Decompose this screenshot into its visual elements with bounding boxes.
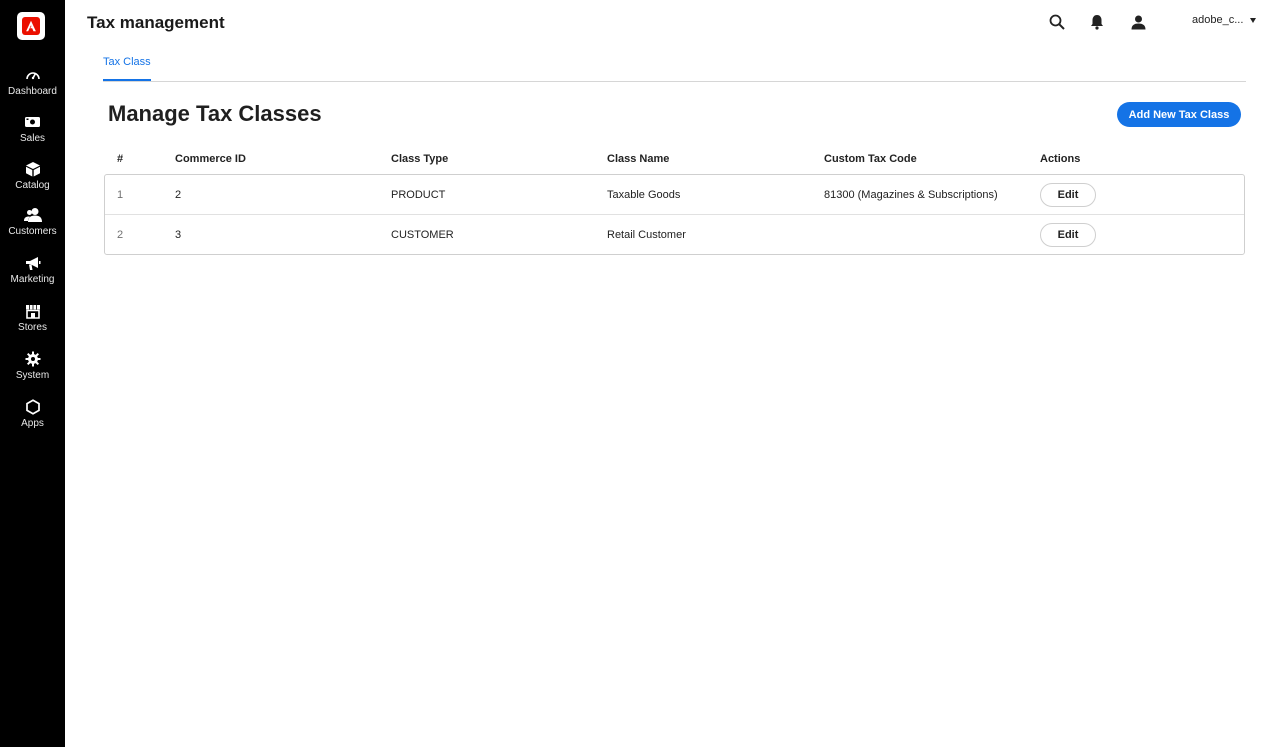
sidebar-item-label: Customers — [8, 226, 57, 237]
sidebar-item-label: Marketing — [10, 274, 55, 285]
sidebar-item-label: Stores — [18, 322, 47, 333]
chevron-down-icon — [1250, 17, 1257, 23]
sales-icon — [24, 113, 42, 131]
edit-button[interactable]: Edit — [1040, 223, 1096, 247]
table-row: 1 2 PRODUCT Taxable Goods 81300 (Magazin… — [105, 175, 1244, 215]
customers-icon — [23, 206, 42, 224]
class-name-cell: Taxable Goods — [607, 189, 681, 201]
user-icon[interactable] — [1128, 12, 1148, 32]
column-header-class-type: Class Type — [391, 153, 449, 165]
sidebar-item-label: Apps — [21, 418, 44, 429]
catalog-icon — [24, 160, 42, 178]
custom-tax-code-cell: 81300 (Magazines & Subscriptions) — [824, 189, 998, 201]
sidebar-item-system[interactable]: System — [0, 350, 65, 394]
stores-icon — [24, 302, 42, 320]
sidebar-item-customers[interactable]: Customers — [0, 206, 65, 250]
sidebar-item-dashboard[interactable]: Dashboard — [0, 66, 65, 110]
gear-icon — [24, 350, 42, 368]
add-new-tax-class-button[interactable]: Add New Tax Class — [1117, 102, 1241, 127]
tab-tax-class[interactable]: Tax Class — [103, 56, 151, 81]
sidebar-item-sales[interactable]: Sales — [0, 113, 65, 157]
sidebar-item-label: Sales — [19, 133, 45, 144]
sidebar-item-stores[interactable]: Stores — [0, 302, 65, 346]
sidebar-item-catalog[interactable]: Catalog — [0, 160, 65, 204]
adobe-logo[interactable] — [17, 12, 45, 40]
column-header-actions: Actions — [1040, 153, 1081, 165]
class-type-cell: CUSTOMER — [391, 229, 454, 241]
commerce-id-cell: 3 — [175, 229, 182, 241]
column-header-commerce-id: Commerce ID — [175, 153, 246, 165]
sidebar: Dashboard Sales Catalog Customers Market… — [0, 0, 65, 747]
sidebar-item-marketing[interactable]: Marketing — [0, 254, 65, 298]
sidebar-item-apps[interactable]: Apps — [0, 398, 65, 442]
tabs-divider — [103, 81, 1246, 82]
search-icon[interactable] — [1047, 12, 1067, 32]
sidebar-item-label: Catalog — [15, 180, 50, 191]
row-index: 2 — [117, 229, 124, 241]
column-header-custom-tax-code: Custom Tax Code — [824, 153, 917, 165]
hexagon-icon — [24, 398, 42, 416]
commerce-id-cell: 2 — [175, 189, 182, 201]
column-header-index: # — [117, 153, 124, 165]
column-header-class-name: Class Name — [607, 153, 670, 165]
user-menu[interactable]: adobe_c... — [1192, 14, 1257, 26]
class-type-cell: PRODUCT — [391, 189, 446, 201]
sidebar-item-label: System — [15, 370, 50, 381]
sidebar-item-label: Dashboard — [8, 86, 57, 97]
dashboard-icon — [24, 66, 42, 84]
class-name-cell: Retail Customer — [607, 229, 686, 241]
section-heading: Manage Tax Classes — [108, 101, 322, 126]
adobe-logo-icon — [22, 17, 40, 35]
tax-class-table: 1 2 PRODUCT Taxable Goods 81300 (Magazin… — [104, 174, 1245, 255]
marketing-icon — [24, 254, 42, 272]
table-row: 2 3 CUSTOMER Retail Customer Edit — [105, 215, 1244, 255]
page-title: Tax management — [87, 13, 225, 32]
row-index: 1 — [117, 189, 124, 201]
edit-button[interactable]: Edit — [1040, 183, 1096, 207]
user-name: adobe_c... — [1192, 14, 1244, 26]
bell-icon[interactable] — [1087, 12, 1107, 32]
